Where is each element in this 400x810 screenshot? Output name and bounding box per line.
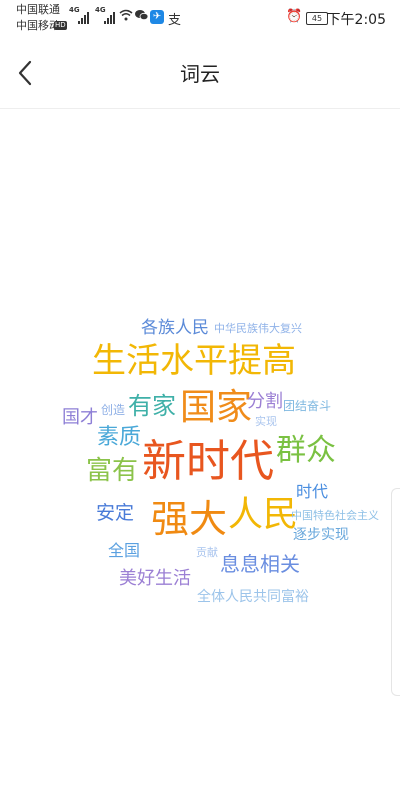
cloud-word[interactable]: 各族人民 [141,320,209,337]
signal-icon-2 [104,12,116,24]
cloud-word[interactable]: 生活水平提高 [92,344,296,378]
cloud-word[interactable]: 新时代 [142,440,274,484]
cloud-word[interactable]: 逐步实现 [293,528,349,542]
cloud-word[interactable]: 息息相关 [220,554,300,574]
page-title: 词云 [180,62,220,86]
cloud-word[interactable]: 群众 [276,436,336,466]
battery-icon: 45 [306,12,328,25]
cloud-word[interactable]: 分割 [247,393,283,411]
nav-bar: 词云 [0,38,400,109]
cloud-word[interactable]: 时代 [296,484,328,500]
carrier-label-1: 中国联通 [16,3,60,16]
status-bar: 中国联通 中国移动 HD 4G 4G ✈ 支 ⏰ 45 下午2:05 [0,0,400,38]
cloud-word[interactable]: 强大 [151,500,227,538]
hd-icon: HD [54,21,67,30]
cloud-word[interactable]: 国才 [62,409,98,427]
cloud-word[interactable]: 美好生活 [119,570,191,588]
wifi-icon [119,9,133,24]
side-drawer-handle[interactable] [391,488,400,696]
cloud-word[interactable]: 团结奋斗 [283,400,331,412]
cloud-word[interactable]: 素质 [97,427,141,449]
cloud-word[interactable]: 中国特色社会主义 [291,510,379,521]
cloud-word[interactable]: 安定 [96,504,134,523]
chat-app-icon [135,9,149,24]
cloud-word[interactable]: 国家 [180,390,252,426]
cloud-word[interactable]: 富有 [86,458,138,484]
cloud-word[interactable]: 有家 [128,394,176,418]
status-time: 下午2:05 [326,12,386,28]
cloud-word[interactable]: 创造 [101,404,125,416]
cloud-word[interactable]: 中华民族伟大复兴 [214,323,302,334]
alarm-icon: ⏰ [286,9,303,24]
cloud-word[interactable]: 全国 [108,543,140,559]
signal-icon-1 [78,12,90,24]
cloud-word[interactable]: 贡献 [196,547,218,558]
cloud-word[interactable]: 实现 [255,416,277,427]
cloud-word[interactable]: 全体人民共同富裕 [197,590,309,604]
alipay-icon: ✈ [150,10,164,24]
word-cloud: 各族人民 中华民族伟大复兴 生活水平提高 有家 国家 分割 团结奋斗 国才 创造… [0,108,400,810]
cloud-word[interactable]: 人民 [228,498,298,533]
payment-app-icon: 支 [168,13,182,28]
